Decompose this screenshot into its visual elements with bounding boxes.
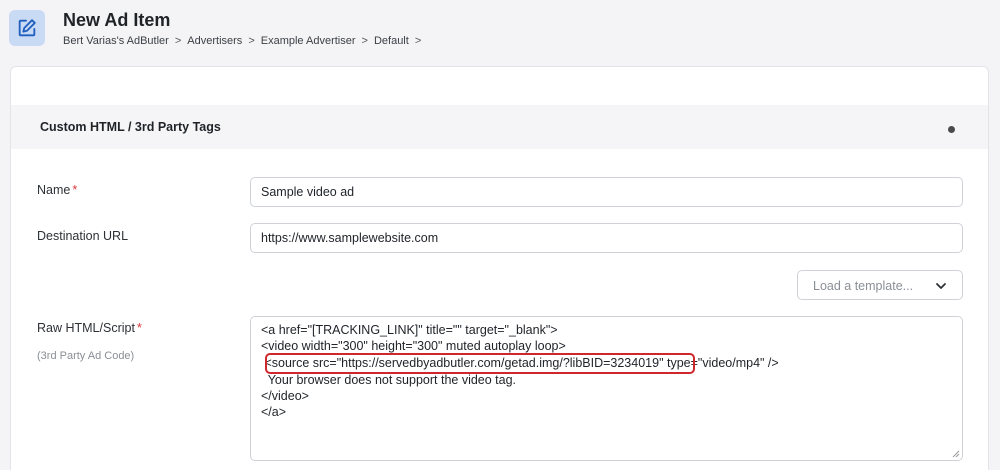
raw-html-textarea[interactable]: <a href="[TRACKING_LINK]" title="" targe… [250,316,963,461]
breadcrumb-separator: > [414,35,422,47]
code-line: <a href="[TRACKING_LINK]" title="" targe… [261,323,558,337]
source-url-highlight [265,353,695,374]
code-line: Your browser does not support the video … [261,373,517,387]
name-label-text: Name [37,183,71,197]
destination-url-label: Destination URL [37,229,129,243]
raw-html-label: Raw HTML/Script * [37,321,142,335]
breadcrumb-item-advertiser[interactable]: Example Advertiser [261,35,356,47]
dot-icon[interactable] [948,126,955,133]
required-mark: * [72,183,78,197]
section-title: Custom HTML / 3rd Party Tags [40,120,221,134]
chevron-down-icon [936,283,946,289]
raw-html-label-text: Raw HTML/Script [37,321,135,335]
breadcrumb-item-default[interactable]: Default [374,35,409,47]
resize-handle-icon[interactable] [952,450,960,458]
breadcrumb-separator: > [248,35,255,47]
required-mark: * [136,321,142,335]
breadcrumb: Bert Varias's AdButler > Advertisers > Examp… [63,35,427,47]
code-line: </a> [261,405,287,419]
raw-html-sublabel: (3rd Party Ad Code) [37,350,135,362]
breadcrumb-item-account[interactable]: Bert Varias's AdButler [63,35,169,47]
breadcrumb-separator: > [174,35,182,47]
code-line: <video width="300" height="300" muted au… [261,339,566,353]
name-label: Name * [37,183,77,197]
load-template-placeholder: Load a template... [813,279,914,293]
code-line: </video> [261,389,309,403]
load-template-dropdown[interactable]: Load a template... [797,270,963,300]
page-header: New Ad Item Bert Varias's AdButler > Adver… [0,0,1000,60]
name-input[interactable] [250,177,963,207]
page-title: New Ad Item [63,10,171,30]
ad-item-form-card: Custom HTML / 3rd Party Tags Name* Desti… [10,66,989,470]
breadcrumb-item-advertisers[interactable]: Advertisers [187,35,242,47]
edit-icon [9,10,45,46]
section-header: Custom HTML / 3rd Party Tags [11,105,988,149]
breadcrumb-separator: > [361,35,368,47]
destination-url-input[interactable] [250,223,963,253]
